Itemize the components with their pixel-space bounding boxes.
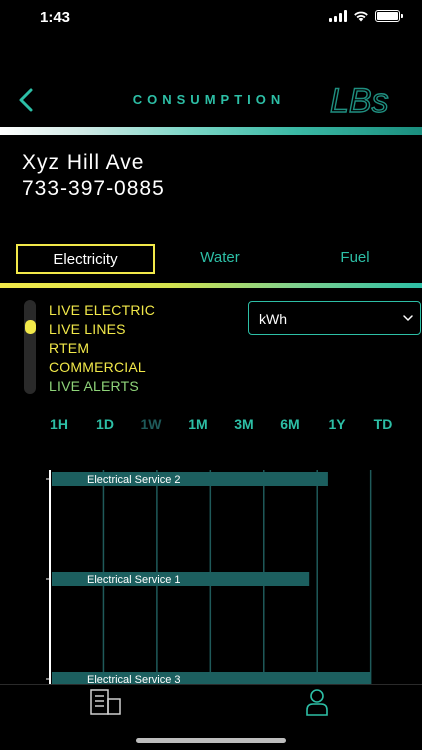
range-1h[interactable]: 1H xyxy=(39,416,79,432)
tab-water[interactable]: Water xyxy=(160,244,280,274)
header-divider xyxy=(0,127,422,135)
time-range-selector: 1H 1D 1W 1M 3M 6M 1Y TD xyxy=(0,416,422,436)
range-1d[interactable]: 1D xyxy=(85,416,125,432)
unit-dropdown[interactable]: kWh xyxy=(248,301,421,335)
feed-live-electric[interactable]: LIVE ELECTRIC xyxy=(49,301,155,320)
feed-slider-track[interactable] xyxy=(24,300,36,394)
feed-live-lines[interactable]: LIVE LINES xyxy=(49,320,155,339)
logo-text: LBs xyxy=(330,82,389,120)
home-indicator xyxy=(136,738,286,743)
chart-bar-label: Electrical Service 1 xyxy=(87,574,181,586)
consumption-bar-chart: Electrical Service 2 Electrical Service 1… xyxy=(46,470,372,684)
building-icon[interactable] xyxy=(90,689,122,715)
cellular-signal-icon xyxy=(329,10,347,22)
range-6m[interactable]: 6M xyxy=(270,416,310,432)
tab-fuel[interactable]: Fuel xyxy=(300,244,410,274)
status-bar: 1:43 xyxy=(0,0,422,44)
chart-bar-label: Electrical Service 2 xyxy=(87,474,181,486)
wifi-icon xyxy=(354,11,368,22)
unit-dropdown-value: kWh xyxy=(259,311,287,327)
site-phone: 733-397-0885 xyxy=(22,177,165,200)
feed-slider-knob[interactable] xyxy=(25,320,36,334)
chevron-down-icon xyxy=(403,315,413,322)
range-3m[interactable]: 3M xyxy=(224,416,264,432)
site-street: Xyz Hill Ave xyxy=(22,151,145,174)
tab-electricity[interactable]: Electricity xyxy=(16,244,155,274)
utility-tabs: Electricity Water Fuel xyxy=(0,244,422,278)
feed-rtem[interactable]: RTEM xyxy=(49,339,155,358)
chart-bar-label: Electrical Service 3 xyxy=(87,674,181,684)
feed-live-alerts[interactable]: LIVE ALERTS xyxy=(49,377,155,396)
nav-header: CONSUMPTION LBs xyxy=(0,78,422,122)
range-1m[interactable]: 1M xyxy=(178,416,218,432)
range-1w[interactable]: 1W xyxy=(131,416,171,432)
range-td[interactable]: TD xyxy=(363,416,403,432)
status-time: 1:43 xyxy=(40,9,71,26)
feed-commercial[interactable]: COMMERCIAL xyxy=(49,358,155,377)
status-icons xyxy=(329,10,403,22)
battery-icon xyxy=(375,10,403,22)
feed-list: LIVE ELECTRIC LIVE LINES RTEM COMMERCIAL… xyxy=(49,301,155,396)
range-1y[interactable]: 1Y xyxy=(317,416,357,432)
user-icon[interactable] xyxy=(305,688,329,716)
consumption-chart: Electrical Service 2 Electrical Service 1… xyxy=(0,464,422,684)
lbs-logo: LBs xyxy=(330,81,389,120)
site-address: Xyz Hill Ave 733-397-0885 xyxy=(22,150,165,202)
tab-underline xyxy=(0,283,422,288)
